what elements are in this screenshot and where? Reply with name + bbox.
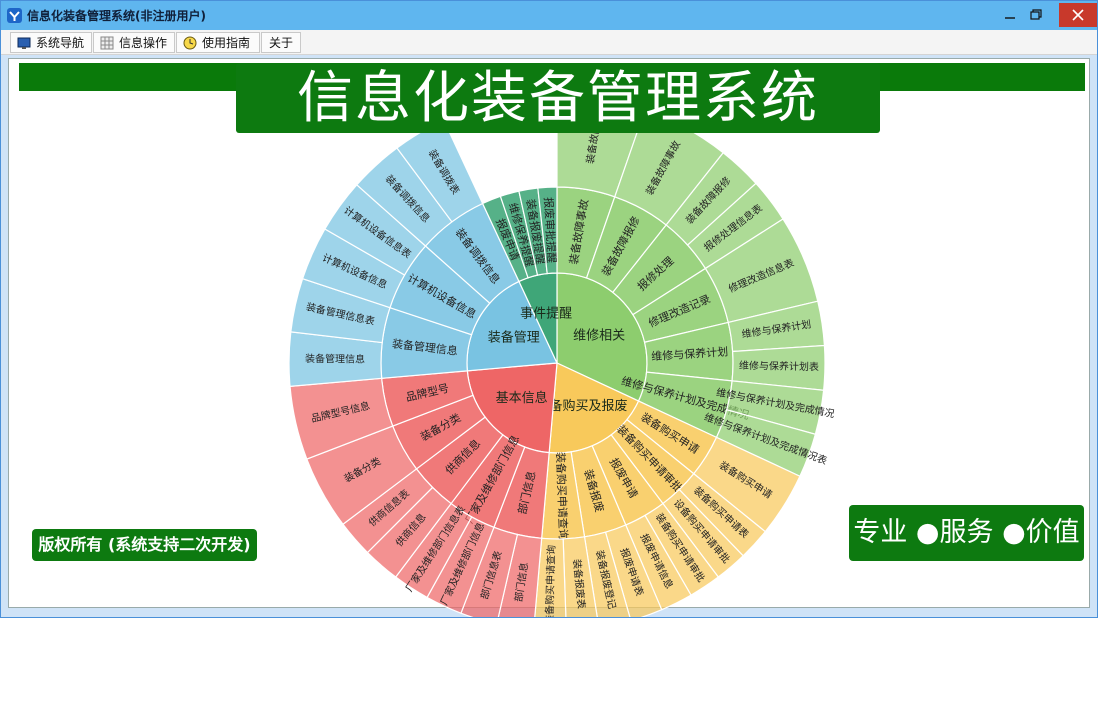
sunburst-segment-label: 维修相关 (573, 329, 625, 344)
sunburst-leaf-label: 装备管理信息 (305, 352, 365, 366)
sunburst-segment-label: 事件提醒 (520, 306, 572, 322)
slogan-badge: 专业 ●服务 ●价值 (849, 505, 1084, 561)
page-title: 信息化装备管理系统 (236, 63, 880, 133)
copyright-badge: 版权所有 (系统支持二次开发) (32, 529, 257, 561)
app-window: 信息化装备管理系统(非注册用户) 系统导航 信息操作 使用指南 关于 维修相关 … (0, 0, 1098, 618)
sunburst-segment-label: 装备管理 (488, 330, 540, 346)
sunburst-segment-label: 基本信息 (496, 390, 548, 406)
